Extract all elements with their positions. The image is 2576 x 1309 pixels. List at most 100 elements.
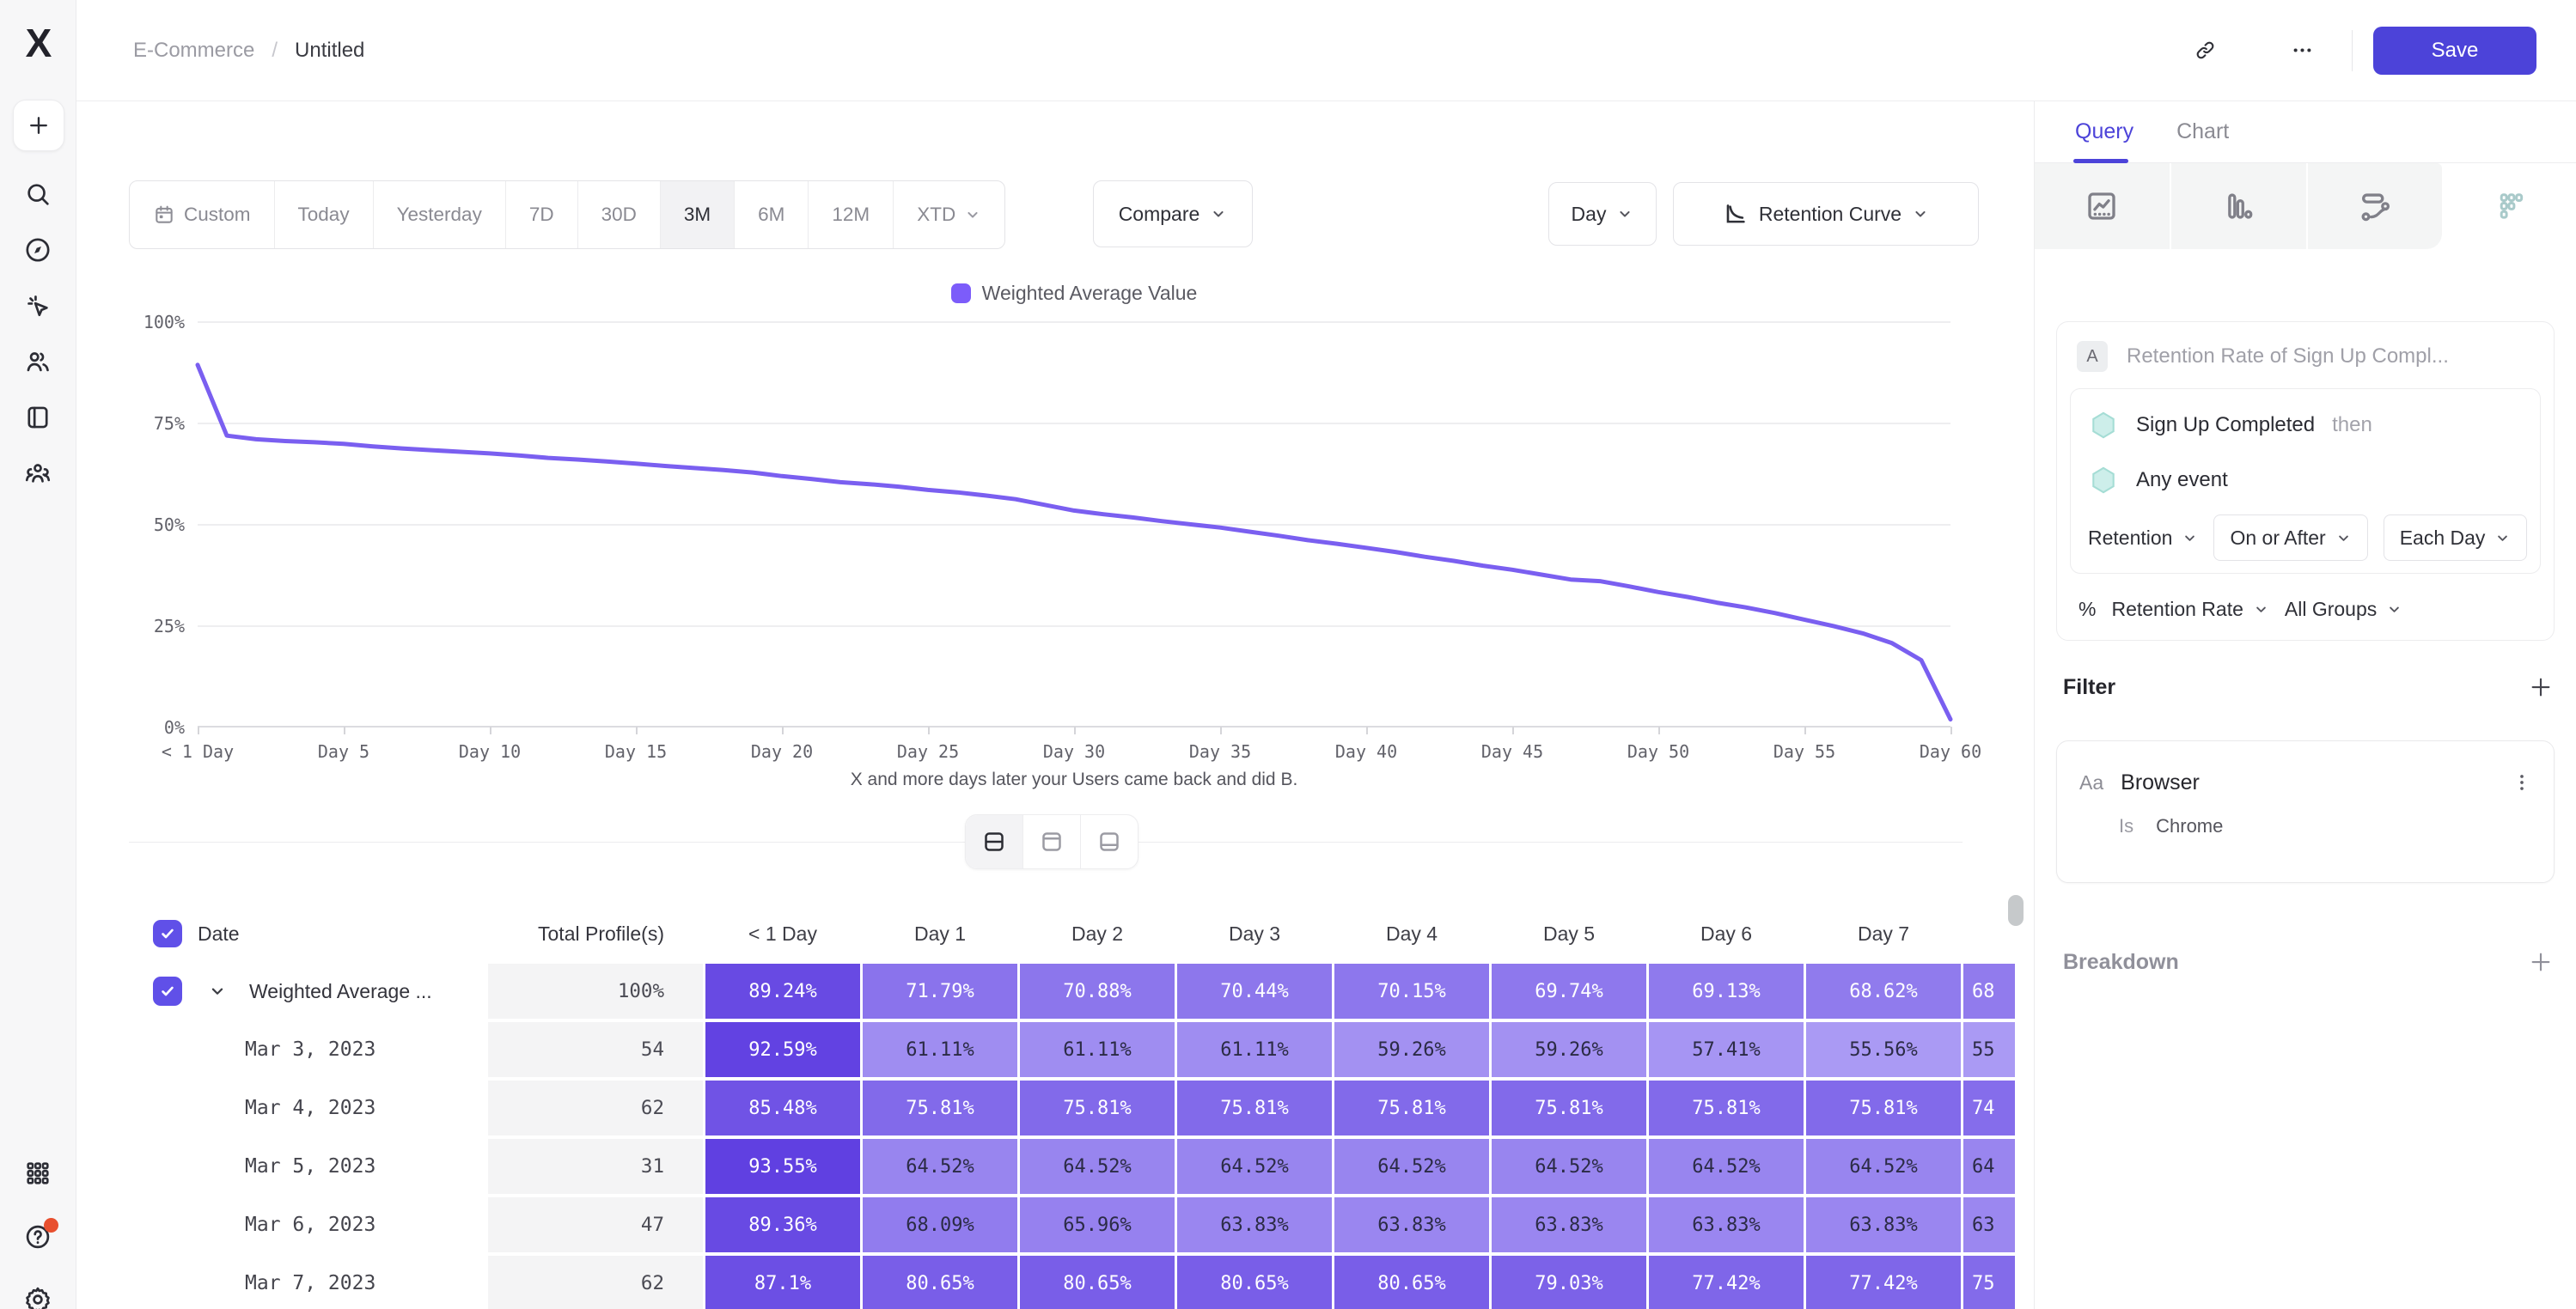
sidebar-item-search[interactable] [0, 168, 76, 220]
row-cell-total: 100% [488, 964, 703, 1019]
more-options-icon[interactable] [2291, 39, 2314, 62]
breadcrumb-project[interactable]: E-Commerce [133, 39, 254, 63]
app-logo[interactable]: X [0, 19, 76, 67]
sidebar-item-users[interactable] [0, 336, 76, 387]
top-bar: E-Commerce / Untitled Save [76, 0, 2576, 101]
add-filter-icon[interactable] [2528, 674, 2554, 700]
chart-type-bar-chart[interactable] [2170, 163, 2306, 249]
x-axis-tick [1220, 727, 1222, 734]
table-scrollbar[interactable] [2008, 895, 2024, 926]
search-icon [23, 180, 52, 209]
chart-type-line-chart[interactable] [2035, 163, 2170, 249]
breadcrumb-separator: / [272, 39, 278, 63]
compare-button[interactable]: Compare [1093, 180, 1253, 247]
retention-cell: 68.09% [863, 1197, 1017, 1252]
range-option-6m[interactable]: 6M [735, 181, 809, 248]
breakdown-section-title: Breakdown [2063, 950, 2179, 975]
copy-link-icon[interactable] [2194, 39, 2217, 62]
filter-item-browser[interactable]: Aa Browser Is Chrome [2056, 740, 2555, 883]
range-option-xtd[interactable]: XTD [894, 181, 1004, 248]
query-title-input[interactable]: Retention Rate of Sign Up Compl... [2127, 344, 2449, 368]
retention-cell-clipped: 74 [1963, 1081, 2015, 1135]
filter-operator[interactable]: Is [2119, 815, 2133, 837]
row-cell-date: Weighted Average ... [129, 964, 485, 1019]
return-event-row[interactable]: Any event [2081, 453, 2530, 508]
x-tick-label: Day 25 [868, 741, 988, 762]
range-option-30d[interactable]: 30D [578, 181, 661, 248]
retention-mode-label: Retention [2088, 527, 2172, 550]
first-event-row[interactable]: Sign Up Completed then [2081, 398, 2530, 453]
row-cell-date: Mar 6, 2023 [129, 1197, 485, 1252]
retention-dots-icon [2492, 188, 2528, 224]
chevron-down-icon [2494, 530, 2511, 546]
topbar-divider [2352, 30, 2353, 71]
metric-dropdown[interactable]: Retention Rate [2111, 598, 2268, 621]
filter-menu-icon[interactable] [2511, 771, 2533, 794]
row-checkbox[interactable] [153, 977, 182, 1006]
retention-cell: 80.65% [1334, 1256, 1489, 1309]
retention-cell: 80.65% [1177, 1256, 1332, 1309]
sidebar-item-user-group[interactable] [0, 447, 76, 499]
range-option-custom[interactable]: Custom [130, 181, 275, 248]
range-option-3m[interactable]: 3M [661, 181, 735, 248]
save-button[interactable]: Save [2373, 27, 2536, 75]
view-toggle-bottom-view[interactable] [1080, 815, 1138, 868]
sidebar-item-cursor-click[interactable] [0, 280, 76, 332]
view-toggle-top-view[interactable] [1022, 815, 1080, 868]
chart-type-switcher [2035, 163, 2576, 249]
sidebar-item-help-circle[interactable] [0, 1211, 76, 1263]
header-cell-day: Day 7 [1806, 910, 1961, 957]
view-toggle-split-view[interactable] [966, 815, 1022, 868]
sidebar-item-notebook[interactable] [0, 392, 76, 443]
chart-legend[interactable]: Weighted Average Value [198, 282, 1950, 305]
row-cell-date: Mar 5, 2023 [129, 1139, 485, 1194]
granularity-dropdown[interactable]: Day [1548, 182, 1657, 246]
query-panel: Query Chart A Retention Rate of Sign Up … [2034, 101, 2576, 1309]
retention-events-card: Sign Up Completed then Any event Retenti… [2070, 388, 2541, 574]
tab-chart[interactable]: Chart [2176, 101, 2229, 163]
range-option-yesterday[interactable]: Yesterday [374, 181, 506, 248]
sidebar-item-settings-gear[interactable] [0, 1274, 76, 1309]
tab-query[interactable]: Query [2075, 101, 2133, 163]
range-option-12m[interactable]: 12M [809, 181, 894, 248]
legend-label: Weighted Average Value [982, 282, 1198, 305]
chart-type-retention-dots[interactable] [2442, 163, 2576, 249]
range-option-7d[interactable]: 7D [506, 181, 578, 248]
add-breakdown-icon[interactable] [2528, 949, 2554, 975]
retention-cell: 75.81% [1177, 1081, 1332, 1135]
groups-dropdown[interactable]: All Groups [2285, 598, 2402, 621]
retention-cell: 92.59% [705, 1022, 860, 1077]
create-new-button[interactable] [13, 100, 64, 151]
retention-cell: 68.62% [1806, 964, 1961, 1019]
retention-curve-line [198, 321, 1950, 727]
retention-cell: 85.48% [705, 1081, 860, 1135]
condition-dropdown[interactable]: On or After [2213, 514, 2367, 561]
x-tick-label: Day 40 [1306, 741, 1426, 762]
row-cell-date: Mar 3, 2023 [129, 1022, 485, 1077]
select-all-checkbox[interactable] [153, 920, 182, 947]
breadcrumb-page-title[interactable]: Untitled [295, 39, 364, 63]
range-option-today[interactable]: Today [275, 181, 374, 248]
chevron-down-icon [1616, 205, 1633, 222]
breadcrumb: E-Commerce / Untitled [133, 39, 364, 63]
tab-chart-label: Chart [2176, 119, 2229, 144]
chart-type-flow-chart[interactable] [2306, 163, 2443, 249]
retention-cell-clipped: 63 [1963, 1197, 2015, 1252]
filter-value[interactable]: Chrome [2156, 815, 2223, 837]
retention-cell: 75.81% [863, 1081, 1017, 1135]
sidebar-item-apps-grid[interactable] [0, 1148, 76, 1199]
retention-cell-clipped: 75 [1963, 1256, 2015, 1309]
retention-cell: 70.44% [1177, 964, 1332, 1019]
check-icon [159, 925, 176, 942]
chevron-down-icon [964, 206, 981, 223]
interval-dropdown[interactable]: Each Day [2384, 514, 2528, 561]
sidebar-item-compass[interactable] [0, 224, 76, 276]
x-axis-tick [198, 727, 199, 734]
retention-cell: 79.03% [1492, 1256, 1646, 1309]
chart-type-dropdown[interactable]: Retention Curve [1673, 182, 1979, 246]
header-cell-total: Total Profile(s) [488, 910, 703, 957]
retention-mode-dropdown[interactable]: Retention [2081, 527, 2198, 550]
groups-label: All Groups [2285, 598, 2377, 621]
row-date-label: Mar 6, 2023 [245, 1214, 375, 1236]
retention-cell: 89.36% [705, 1197, 860, 1252]
